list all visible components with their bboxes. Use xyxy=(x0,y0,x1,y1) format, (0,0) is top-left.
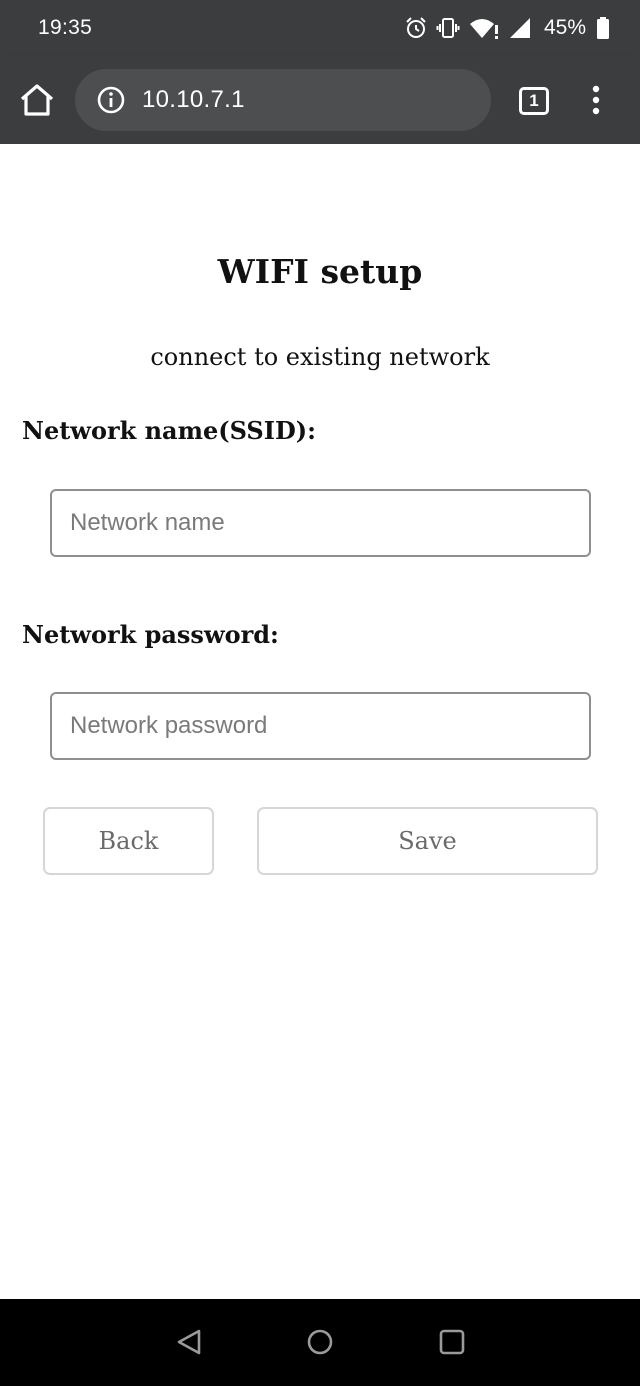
wifi-icon xyxy=(469,19,498,39)
ssid-label: Network name(SSID): xyxy=(22,416,316,445)
battery-percent: 45% xyxy=(543,16,586,39)
home-button[interactable] xyxy=(18,82,56,118)
status-time: 19:35 xyxy=(38,16,93,39)
navigation-bar xyxy=(0,1299,640,1386)
back-button[interactable]: Back xyxy=(43,807,214,875)
browser-toolbar: 10.10.7.1 1 xyxy=(0,56,640,144)
page-title: WIFI setup xyxy=(217,252,423,291)
nav-recents-icon[interactable] xyxy=(437,1327,467,1357)
cell-signal-icon xyxy=(509,18,530,38)
nav-home-icon[interactable] xyxy=(305,1327,335,1357)
ssid-input[interactable] xyxy=(50,489,591,557)
save-button[interactable]: Save xyxy=(257,807,598,875)
password-input[interactable] xyxy=(50,692,591,760)
page-subtitle: connect to existing network xyxy=(150,343,490,371)
home-icon xyxy=(20,84,54,116)
status-bar: 19:35 45% xyxy=(0,0,640,56)
info-icon[interactable] xyxy=(97,86,125,114)
vibrate-icon xyxy=(436,18,460,38)
battery-icon xyxy=(597,17,609,39)
url-text[interactable]: 10.10.7.1 xyxy=(142,86,245,114)
tab-switcher-button[interactable]: 1 xyxy=(519,87,549,115)
url-bar[interactable]: 10.10.7.1 xyxy=(75,69,491,131)
more-menu-button[interactable] xyxy=(584,84,608,116)
more-menu-icon xyxy=(592,85,600,115)
status-icons: 45% xyxy=(404,14,610,42)
alarm-icon xyxy=(406,17,426,38)
page-content: WIFI setup connect to existing network N… xyxy=(0,144,640,1299)
password-label: Network password: xyxy=(22,620,279,649)
nav-back-icon[interactable] xyxy=(174,1327,204,1357)
